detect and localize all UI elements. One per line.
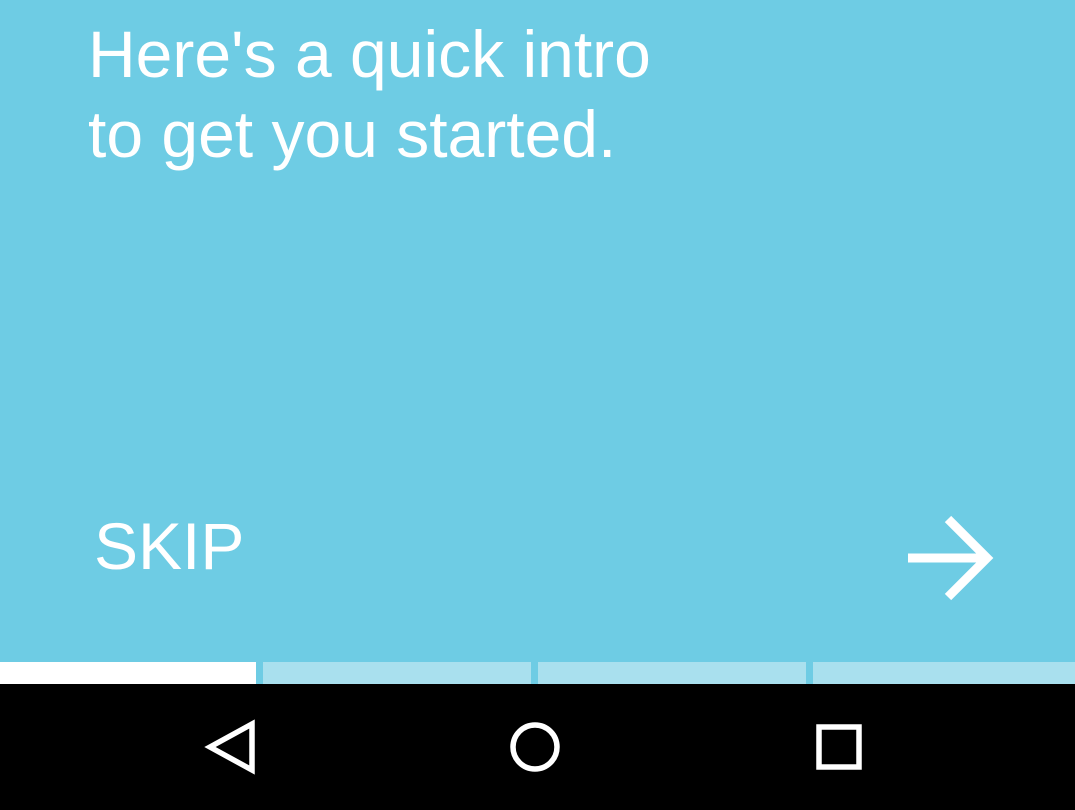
back-button[interactable]	[186, 702, 276, 792]
page-progress-indicator	[0, 662, 1075, 684]
system-navigation-bar	[0, 684, 1075, 810]
circle-home-icon	[510, 722, 560, 772]
arrow-right-icon	[908, 515, 994, 601]
recents-button[interactable]	[794, 702, 884, 792]
intro-line-2: to get you started.	[88, 97, 617, 171]
next-button[interactable]	[898, 510, 998, 606]
skip-button[interactable]: SKIP	[94, 508, 244, 584]
progress-segment-1	[0, 662, 256, 684]
intro-line-1: Here's a quick intro	[88, 17, 651, 91]
intro-heading: Here's a quick intro to get you started.	[88, 14, 788, 174]
square-recents-icon	[816, 724, 862, 770]
home-button[interactable]	[490, 702, 580, 792]
progress-segment-4	[813, 662, 1075, 684]
progress-segment-3	[538, 662, 806, 684]
onboarding-screen: Here's a quick intro to get you started.…	[0, 0, 1075, 810]
triangle-back-icon	[204, 719, 255, 775]
progress-segment-2	[263, 662, 531, 684]
